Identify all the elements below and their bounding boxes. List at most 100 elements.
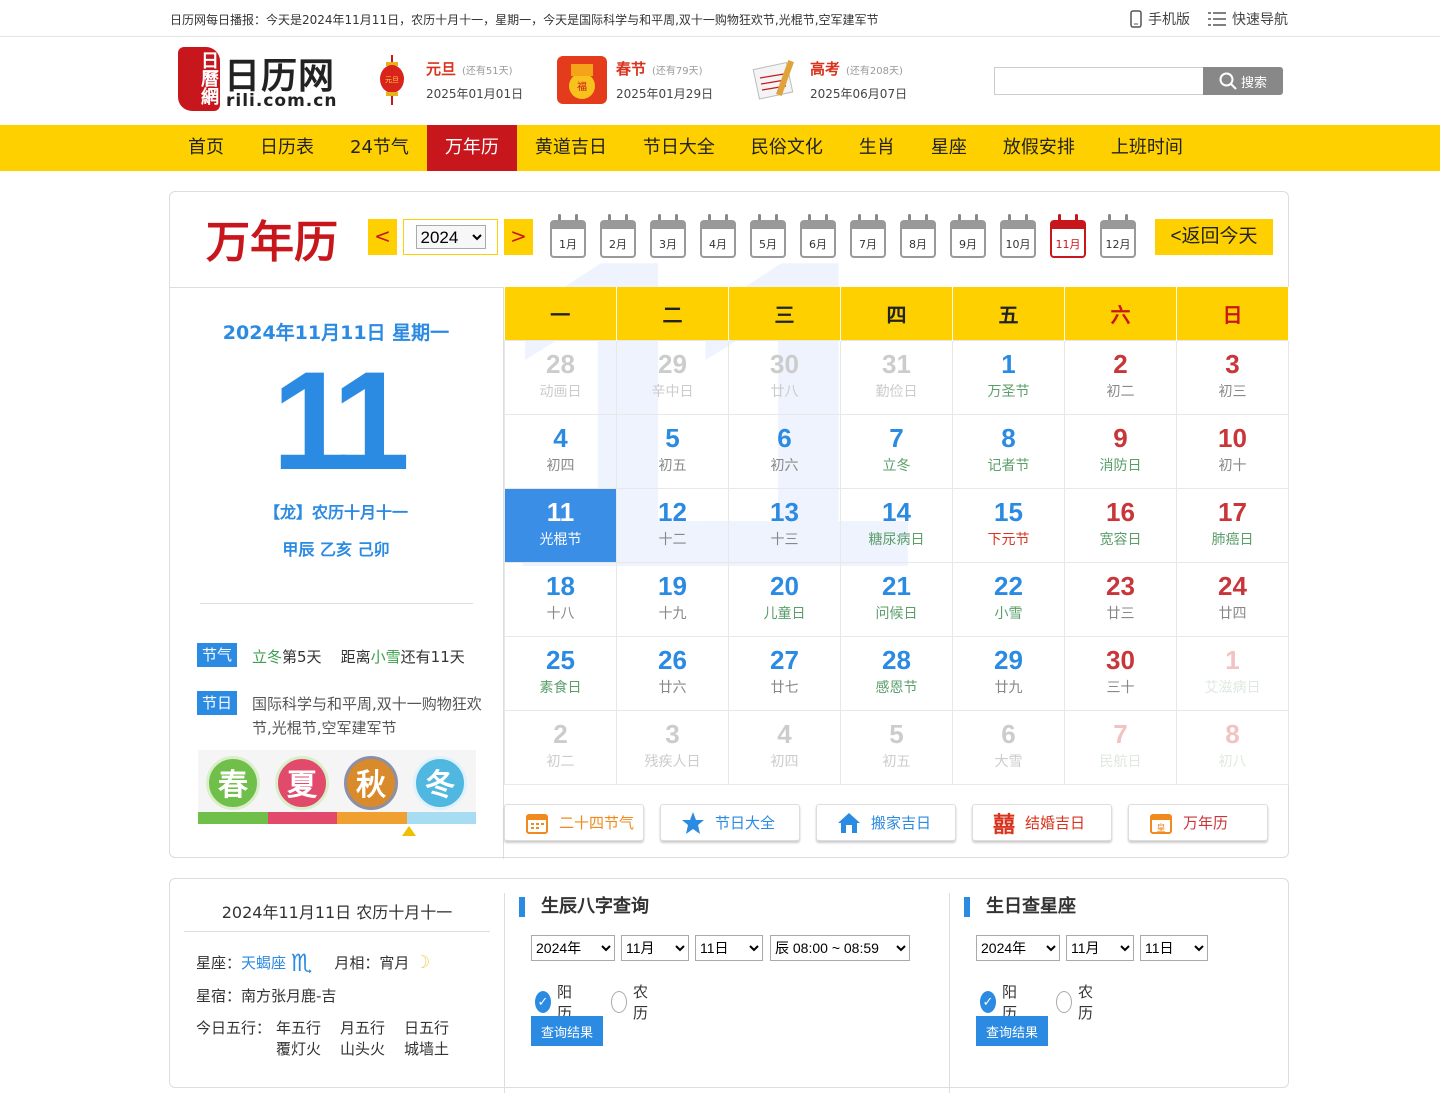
- quick-jiehun-button[interactable]: 囍结婚吉日: [972, 804, 1112, 841]
- day-cell[interactable]: 5 初五: [840, 709, 953, 785]
- nav-item-1[interactable]: 日历表: [242, 125, 332, 171]
- nav-item-2[interactable]: 24节气: [332, 125, 427, 171]
- day-cell[interactable]: 16 宽容日: [1064, 487, 1177, 563]
- jieqi-name[interactable]: 立冬: [252, 648, 282, 666]
- day-cell[interactable]: 26 廿六: [616, 635, 729, 711]
- day-cell[interactable]: 23 廿三: [1064, 561, 1177, 637]
- day-cell[interactable]: 12 十二: [616, 487, 729, 563]
- year-select[interactable]: 2024: [415, 225, 486, 249]
- nav-item-4[interactable]: 黄道吉日: [517, 125, 625, 171]
- birthday-day-select[interactable]: 11日: [1140, 935, 1208, 961]
- day-cell[interactable]: 6 大雪: [952, 709, 1065, 785]
- bazi-year-select[interactable]: 2024年: [531, 935, 615, 961]
- quick-jieri-button[interactable]: 节日大全: [660, 804, 800, 841]
- xingzuo-link[interactable]: 天蝎座: [241, 954, 286, 972]
- day-cell[interactable]: 20 儿童日: [728, 561, 841, 637]
- mobile-link[interactable]: 手机版: [1130, 9, 1190, 29]
- day-cell[interactable]: 10 初十: [1176, 413, 1289, 489]
- bazi-hour-select[interactable]: 辰 08:00 ~ 08:59: [770, 935, 910, 961]
- month-button-1[interactable]: 1月: [550, 214, 586, 258]
- bazi-query-button[interactable]: 查询结果: [531, 1016, 603, 1046]
- bazi-day-select[interactable]: 11日: [695, 935, 763, 961]
- month-button-5[interactable]: 5月: [750, 214, 786, 258]
- day-cell[interactable]: 18 十八: [504, 561, 617, 637]
- back-to-today-button[interactable]: <返回今天: [1155, 219, 1273, 255]
- month-button-4[interactable]: 4月: [700, 214, 736, 258]
- day-cell[interactable]: 29 辛中日: [616, 339, 729, 415]
- day-cell[interactable]: 9 消防日: [1064, 413, 1177, 489]
- birthday-query-button[interactable]: 查询结果: [976, 1016, 1048, 1046]
- day-cell[interactable]: 14 糖尿病日: [840, 487, 953, 563]
- birthday-year-select[interactable]: 2024年: [976, 935, 1060, 961]
- day-cell[interactable]: 1 万圣节: [952, 339, 1065, 415]
- season-autumn[interactable]: 秋: [344, 756, 398, 810]
- day-cell[interactable]: 22 小雪: [952, 561, 1065, 637]
- day-cell[interactable]: 11 光棍节: [504, 487, 617, 563]
- day-cell[interactable]: 8 初八: [1176, 709, 1289, 785]
- day-cell[interactable]: 7 立冬: [840, 413, 953, 489]
- day-cell[interactable]: 31 勤俭日: [840, 339, 953, 415]
- countdown-gaokao[interactable]: 高考 (还有208天) 2025年06月07日: [750, 55, 907, 105]
- month-button-2[interactable]: 2月: [600, 214, 636, 258]
- next-year-button[interactable]: >: [504, 219, 533, 255]
- bazi-lunar-radio[interactable]: 农历: [611, 981, 654, 1023]
- nav-item-10[interactable]: 上班时间: [1093, 125, 1201, 171]
- nav-item-6[interactable]: 民俗文化: [733, 125, 841, 171]
- bazi-month-select[interactable]: 11月: [621, 935, 689, 961]
- jieqi-next[interactable]: 小雪: [371, 648, 401, 666]
- season-summer[interactable]: 夏: [275, 756, 329, 810]
- day-cell[interactable]: 28 动画日: [504, 339, 617, 415]
- month-button-10[interactable]: 10月: [1000, 214, 1036, 258]
- day-cell[interactable]: 19 十九: [616, 561, 729, 637]
- day-cell[interactable]: 28 感恩节: [840, 635, 953, 711]
- birthday-lunar-radio[interactable]: 农历: [1056, 981, 1099, 1023]
- day-cell[interactable]: 3 残疾人日: [616, 709, 729, 785]
- nav-item-0[interactable]: 首页: [170, 125, 242, 171]
- nav-item-7[interactable]: 生肖: [841, 125, 913, 171]
- month-button-6[interactable]: 6月: [800, 214, 836, 258]
- nav-item-3[interactable]: 万年历: [426, 125, 517, 171]
- search-input[interactable]: [994, 67, 1204, 95]
- day-cell[interactable]: 6 初六: [728, 413, 841, 489]
- nav-item-8[interactable]: 星座: [913, 125, 985, 171]
- day-cell[interactable]: 8 记者节: [952, 413, 1065, 489]
- day-cell[interactable]: 13 十三: [728, 487, 841, 563]
- quick-nav-link[interactable]: 快速导航: [1208, 9, 1288, 29]
- quick-wannianli-button[interactable]: 皇 万年历: [1128, 804, 1268, 841]
- countdown-yuandan[interactable]: 元旦 元旦 (还有51天) 2025年01月01日: [366, 55, 523, 105]
- day-cell[interactable]: 4 初四: [728, 709, 841, 785]
- day-cell[interactable]: 4 初四: [504, 413, 617, 489]
- site-logo[interactable]: 日曆網 日历网 rili.com.cn: [178, 47, 338, 113]
- day-cell[interactable]: 27 廿七: [728, 635, 841, 711]
- nav-item-9[interactable]: 放假安排: [985, 125, 1093, 171]
- month-button-3[interactable]: 3月: [650, 214, 686, 258]
- day-cell[interactable]: 30 三十: [1064, 635, 1177, 711]
- day-cell[interactable]: 5 初五: [616, 413, 729, 489]
- day-cell[interactable]: 15 下元节: [952, 487, 1065, 563]
- day-cell[interactable]: 1 艾滋病日: [1176, 635, 1289, 711]
- month-button-11[interactable]: 11月: [1050, 214, 1086, 258]
- birthday-month-select[interactable]: 11月: [1066, 935, 1134, 961]
- day-cell[interactable]: 7 民航日: [1064, 709, 1177, 785]
- day-cell[interactable]: 2 初二: [1064, 339, 1177, 415]
- day-cell[interactable]: 29 廿九: [952, 635, 1065, 711]
- day-cell[interactable]: 3 初三: [1176, 339, 1289, 415]
- month-button-12[interactable]: 12月: [1100, 214, 1136, 258]
- day-cell[interactable]: 30 廿八: [728, 339, 841, 415]
- day-cell[interactable]: 25 素食日: [504, 635, 617, 711]
- search-button[interactable]: 搜索: [1203, 67, 1283, 95]
- countdown-chunjie[interactable]: 福 春节 (还有79天) 2025年01月29日: [556, 55, 713, 105]
- nav-item-5[interactable]: 节日大全: [625, 125, 733, 171]
- day-cell[interactable]: 24 廿四: [1176, 561, 1289, 637]
- month-button-9[interactable]: 9月: [950, 214, 986, 258]
- month-button-8[interactable]: 8月: [900, 214, 936, 258]
- season-spring[interactable]: 春: [206, 756, 260, 810]
- quick-jieqi-button[interactable]: 二十四节气: [504, 804, 644, 841]
- quick-banjia-button[interactable]: 搬家吉日: [816, 804, 956, 841]
- day-cell[interactable]: 17 肺癌日: [1176, 487, 1289, 563]
- prev-year-button[interactable]: <: [368, 219, 397, 255]
- month-button-7[interactable]: 7月: [850, 214, 886, 258]
- season-winter[interactable]: 冬: [413, 756, 467, 810]
- day-cell[interactable]: 21 问候日: [840, 561, 953, 637]
- day-cell[interactable]: 2 初二: [504, 709, 617, 785]
